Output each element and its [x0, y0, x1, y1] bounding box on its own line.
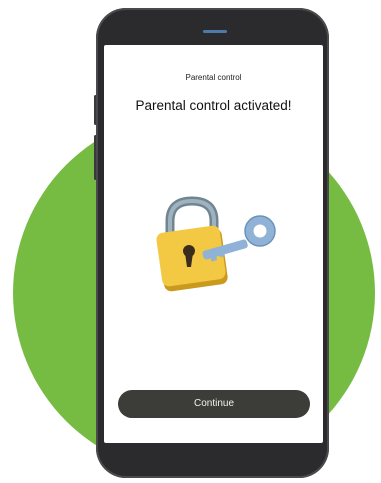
phone-screen: Parental control Parental control activa… [104, 45, 323, 443]
phone-earpiece [203, 30, 227, 33]
padlock-with-key-icon [152, 193, 282, 293]
continue-button[interactable]: Continue [118, 390, 310, 418]
illustration-stage: Parental control Parental control activa… [0, 0, 381, 483]
page-title: Parental control activated! [135, 98, 292, 113]
screen-header: Parental control [185, 73, 242, 82]
